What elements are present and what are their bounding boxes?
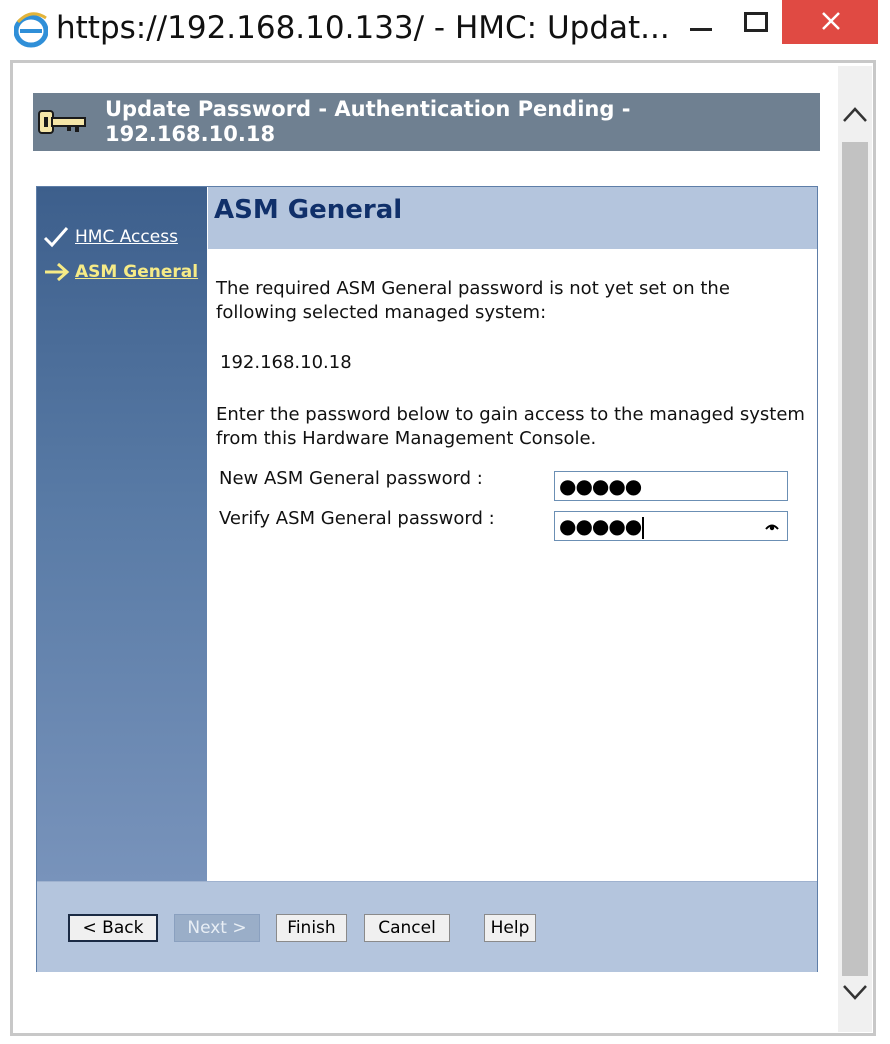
wizard-banner: Update Password - Authentication Pending… bbox=[33, 93, 820, 151]
next-button: Next > bbox=[174, 914, 260, 942]
verify-password-value: ●●●●● bbox=[559, 514, 642, 538]
close-icon bbox=[822, 12, 840, 30]
page-title: ASM General bbox=[214, 195, 403, 225]
verify-password-label: Verify ASM General password : bbox=[219, 508, 495, 529]
new-password-value: ●●●●● bbox=[559, 474, 642, 498]
scroll-up-icon[interactable] bbox=[838, 96, 872, 134]
minimize-button[interactable] bbox=[676, 0, 726, 44]
banner-title: Update Password - Authentication Pending… bbox=[105, 97, 631, 146]
instructions-text: Enter the password below to gain access … bbox=[216, 404, 805, 449]
arrow-right-icon bbox=[45, 262, 70, 282]
help-button[interactable]: Help bbox=[484, 914, 536, 942]
scroll-down-icon[interactable] bbox=[838, 972, 872, 1012]
finish-button[interactable]: Finish bbox=[276, 914, 347, 942]
intro-text: The required ASM General password is not… bbox=[216, 278, 730, 323]
minimize-icon bbox=[690, 28, 712, 31]
content-body: The required ASM General password is not… bbox=[208, 249, 817, 881]
new-password-label: New ASM General password : bbox=[219, 468, 483, 489]
wizard-nav: HMC Access ASM General bbox=[37, 187, 207, 881]
content-header: ASM General bbox=[208, 187, 817, 249]
nav-item-label[interactable]: ASM General bbox=[75, 262, 198, 282]
close-button[interactable] bbox=[782, 0, 878, 44]
scrollbar-thumb[interactable] bbox=[842, 142, 868, 976]
system-name: 192.168.10.18 bbox=[220, 352, 352, 373]
verify-password-field[interactable]: ●●●●● bbox=[554, 511, 788, 541]
window-titlebar: https://192.168.10.133/ - HMC: Updat... bbox=[0, 0, 890, 60]
window-title: https://192.168.10.133/ - HMC: Updat... bbox=[56, 10, 670, 46]
text-caret bbox=[642, 516, 645, 539]
maximize-icon bbox=[744, 12, 768, 32]
nav-item-label[interactable]: HMC Access bbox=[75, 227, 178, 247]
checkmark-icon bbox=[43, 227, 69, 248]
new-password-field[interactable]: ●●●●● bbox=[554, 471, 788, 501]
wizard-panel: HMC Access ASM General ASM General The r… bbox=[36, 186, 818, 972]
cancel-button[interactable]: Cancel bbox=[364, 914, 450, 942]
vertical-scrollbar[interactable] bbox=[838, 66, 872, 1032]
reveal-password-icon[interactable] bbox=[765, 522, 779, 531]
maximize-button[interactable] bbox=[728, 0, 780, 44]
back-button[interactable]: < Back bbox=[68, 914, 158, 942]
key-icon bbox=[38, 110, 86, 134]
internet-explorer-icon bbox=[14, 12, 48, 48]
wizard-footer: < Back Next > Finish Cancel Help bbox=[37, 881, 817, 972]
